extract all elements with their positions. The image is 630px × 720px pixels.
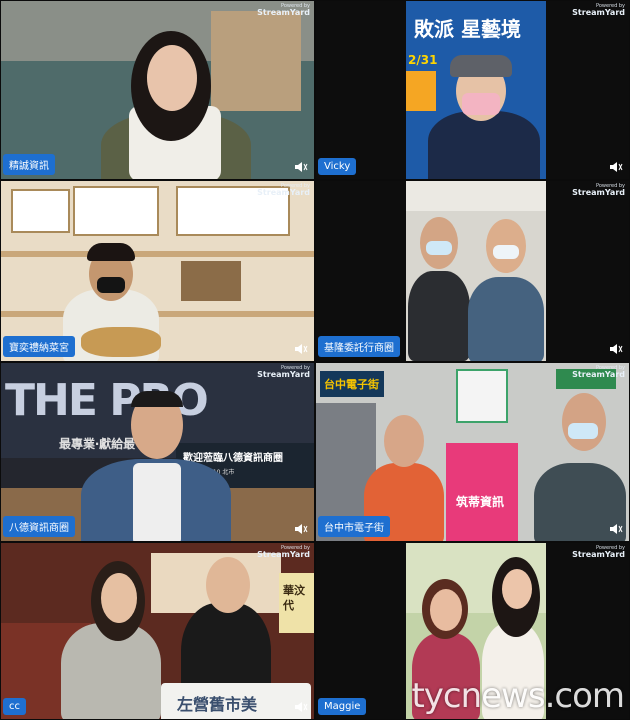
streamyard-brand: Powered by StreamYard	[572, 545, 625, 559]
participant-tile[interactable]: 敗派 星藝境 2/31 Powered by StreamYard Vicky	[315, 0, 630, 180]
participant-video	[1, 181, 314, 361]
participant-video: 台中電子街 筑蒂資訊	[316, 363, 629, 541]
participant-name-label: 台中市電子街	[318, 516, 390, 537]
streamyard-brand: Powered by StreamYard	[257, 545, 310, 559]
streamyard-brand: Powered by StreamYard	[257, 183, 310, 197]
participant-video: 敗派 星藝境 2/31	[316, 1, 629, 179]
speaker-icon[interactable]	[609, 523, 623, 535]
participant-name-label: 八德資訊商圈	[3, 516, 75, 537]
participant-tile[interactable]: Powered by StreamYard 基隆委託行商圈	[315, 180, 630, 362]
speaker-icon[interactable]	[294, 343, 308, 355]
speaker-icon[interactable]	[294, 523, 308, 535]
video-sign-text: 敗派 星藝境	[414, 17, 521, 41]
video-sign-text: 筑蒂資訊	[456, 495, 505, 509]
participant-video: 華汶 代 左營舊市美	[1, 543, 314, 719]
video-sign-text: 2/31	[408, 53, 438, 67]
video-sign-text: 歡迎蒞臨八德資訊商圈	[183, 453, 283, 464]
speaker-icon[interactable]	[294, 701, 308, 713]
video-sign-text: 華汶 代	[283, 584, 305, 613]
video-grid: Powered by StreamYard 精誠資訊 敗派 星藝境 2/31 P…	[0, 0, 630, 720]
participant-tile[interactable]: 華汶 代 左營舊市美 Powered by StreamYard cc	[0, 542, 315, 720]
speaker-icon[interactable]	[294, 161, 308, 173]
streamyard-brand: Powered by StreamYard	[572, 3, 625, 17]
video-sign-text: 台中電子街	[324, 378, 379, 391]
participant-name-label: 基隆委託行商圈	[318, 336, 400, 357]
streamyard-brand: Powered by StreamYard	[572, 183, 625, 197]
speaker-icon[interactable]	[609, 343, 623, 355]
video-sign-text: 左營舊市美	[177, 695, 258, 714]
participant-name-label: Vicky	[318, 158, 357, 175]
participant-name-label: 寶奕禮納菜宮	[3, 336, 75, 357]
participant-video: THE PRO 最專業‧獻給最 歡迎蒞臨八德資訊商圈 110 北市	[1, 363, 314, 541]
participant-name-label: 精誠資訊	[3, 154, 55, 175]
participant-name-label: cc	[3, 698, 26, 715]
participant-tile[interactable]: 台中電子街 筑蒂資訊 Powered by StreamYard 台中市電子街	[315, 362, 630, 542]
participant-name-label: Maggie	[318, 698, 367, 715]
participant-video	[316, 181, 629, 361]
participant-tile[interactable]: THE PRO 最專業‧獻給最 歡迎蒞臨八德資訊商圈 110 北市 Powere…	[0, 362, 315, 542]
watermark-text: tycnews.com	[411, 676, 625, 716]
participant-video	[1, 1, 314, 179]
streamyard-brand: Powered by StreamYard	[572, 365, 625, 379]
streamyard-brand: Powered by StreamYard	[257, 365, 310, 379]
video-sign-text: 最專業‧獻給最	[59, 437, 136, 451]
participant-tile[interactable]: Powered by StreamYard 精誠資訊	[0, 0, 315, 180]
streamyard-brand: Powered by StreamYard	[257, 3, 310, 17]
participant-tile[interactable]: Powered by StreamYard 寶奕禮納菜宮	[0, 180, 315, 362]
speaker-icon[interactable]	[609, 161, 623, 173]
